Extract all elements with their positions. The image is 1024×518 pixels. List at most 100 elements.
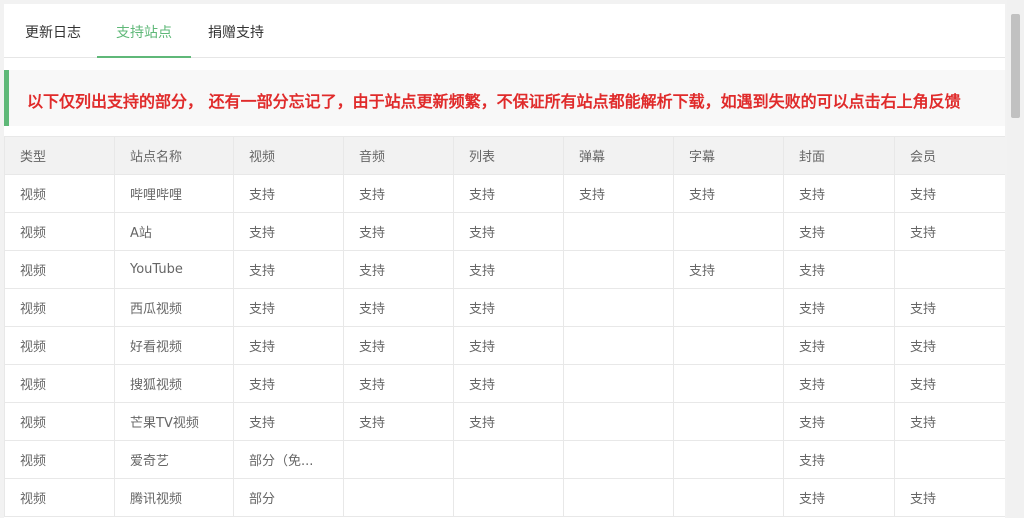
column-header-subtitle: 字幕	[673, 136, 784, 175]
cell-video: 支持	[233, 212, 344, 251]
cell-list	[453, 440, 564, 479]
cell-site-name: 哔哩哔哩	[114, 174, 234, 213]
supported-sites-table: 类型 站点名称 视频 音频 列表 弹幕 字幕 封面 会员 视频 哔哩哔哩 支持 支持支…	[4, 136, 1005, 517]
tab-donate[interactable]: 捐赠支持	[201, 18, 271, 58]
content-panel: 更新日志 支持站点 捐赠支持 以下仅列出支持的部分， 还有一部分忘记了，由于站点…	[4, 4, 1005, 518]
cell-audio	[343, 478, 454, 517]
cell-list: 支持	[453, 288, 564, 327]
table-row: 视频 芒果TV视频 支持 支持 支持 支持 支持	[4, 402, 1005, 441]
column-header-type: 类型	[4, 136, 115, 175]
cell-type: 视频	[4, 364, 115, 403]
cell-danmaku	[563, 212, 674, 251]
scrollbar-thumb[interactable]	[1011, 14, 1020, 118]
cell-subtitle	[673, 440, 784, 479]
cell-audio: 支持	[343, 326, 454, 365]
cell-list: 支持	[453, 326, 564, 365]
cell-danmaku	[563, 250, 674, 289]
cell-site-name: 爱奇艺	[114, 440, 234, 479]
cell-video: 支持	[233, 174, 344, 213]
cell-video: 支持	[233, 364, 344, 403]
tab-supported-sites[interactable]: 支持站点	[97, 18, 191, 58]
cell-list: 支持	[453, 364, 564, 403]
column-header-video: 视频	[233, 136, 344, 175]
vertical-scrollbar[interactable]	[1007, 0, 1024, 518]
cell-cover: 支持	[783, 326, 895, 365]
cell-danmaku	[563, 288, 674, 327]
cell-audio: 支持	[343, 212, 454, 251]
table-row: 视频 爱奇艺 部分（免... 支持	[4, 440, 1005, 479]
table-row: 视频 好看视频 支持 支持 支持 支持 支持	[4, 326, 1005, 365]
cell-member: 支持	[894, 364, 1005, 403]
cell-member: 支持	[894, 174, 1005, 213]
cell-audio: 支持	[343, 402, 454, 441]
column-header-list: 列表	[453, 136, 564, 175]
cell-member	[894, 440, 1005, 479]
cell-type: 视频	[4, 402, 115, 441]
cell-danmaku	[563, 402, 674, 441]
cell-site-name: 西瓜视频	[114, 288, 234, 327]
cell-audio: 支持	[343, 250, 454, 289]
cell-video: 支持	[233, 250, 344, 289]
cell-danmaku	[563, 478, 674, 517]
cell-audio: 支持	[343, 364, 454, 403]
cell-member: 支持	[894, 326, 1005, 365]
cell-member: 支持	[894, 478, 1005, 517]
table-header-row: 类型 站点名称 视频 音频 列表 弹幕 字幕 封面 会员	[4, 136, 1005, 175]
page-background: 更新日志 支持站点 捐赠支持 以下仅列出支持的部分， 还有一部分忘记了，由于站点…	[0, 0, 1024, 518]
cell-subtitle	[673, 402, 784, 441]
cell-cover: 支持	[783, 364, 895, 403]
cell-list	[453, 478, 564, 517]
cell-site-name: 好看视频	[114, 326, 234, 365]
table-row: 视频 YouTube 支持 支持 支持 支持 支持	[4, 250, 1005, 289]
cell-site-name: A站	[114, 212, 234, 251]
column-header-member: 会员	[894, 136, 1005, 175]
cell-cover: 支持	[783, 212, 895, 251]
cell-subtitle	[673, 288, 784, 327]
cell-type: 视频	[4, 478, 115, 517]
cell-cover: 支持	[783, 478, 895, 517]
cell-member: 支持	[894, 212, 1005, 251]
column-header-audio: 音频	[343, 136, 454, 175]
cell-danmaku	[563, 440, 674, 479]
table-row: 视频 哔哩哔哩 支持 支持 支持 支持 支持 支持 支持	[4, 174, 1005, 213]
cell-subtitle: 支持	[673, 174, 784, 213]
cell-video: 支持	[233, 402, 344, 441]
cell-subtitle	[673, 478, 784, 517]
cell-video: 支持	[233, 288, 344, 327]
cell-site-name: 芒果TV视频	[114, 402, 234, 441]
cell-site-name: YouTube	[114, 250, 234, 289]
tab-changelog[interactable]: 更新日志	[19, 18, 87, 58]
cell-member	[894, 250, 1005, 289]
cell-list: 支持	[453, 250, 564, 289]
cell-site-name: 腾讯视频	[114, 478, 234, 517]
cell-subtitle	[673, 364, 784, 403]
cell-type: 视频	[4, 326, 115, 365]
table-row: 视频 腾讯视频 部分 支持 支持	[4, 478, 1005, 517]
cell-audio	[343, 440, 454, 479]
cell-video: 部分（免...	[233, 440, 344, 479]
cell-cover: 支持	[783, 440, 895, 479]
cell-danmaku	[563, 326, 674, 365]
column-header-danmaku: 弹幕	[563, 136, 674, 175]
cell-cover: 支持	[783, 174, 895, 213]
cell-list: 支持	[453, 212, 564, 251]
cell-type: 视频	[4, 288, 115, 327]
column-header-cover: 封面	[783, 136, 895, 175]
notice-box: 以下仅列出支持的部分， 还有一部分忘记了，由于站点更新频繁，不保证所有站点都能解…	[4, 70, 1005, 126]
cell-danmaku: 支持	[563, 174, 674, 213]
cell-member: 支持	[894, 402, 1005, 441]
cell-cover: 支持	[783, 402, 895, 441]
cell-subtitle: 支持	[673, 250, 784, 289]
cell-subtitle	[673, 326, 784, 365]
cell-danmaku	[563, 364, 674, 403]
cell-subtitle	[673, 212, 784, 251]
table-row: 视频 A站 支持 支持 支持 支持 支持	[4, 212, 1005, 251]
notice-text: 以下仅列出支持的部分， 还有一部分忘记了，由于站点更新频繁，不保证所有站点都能解…	[27, 92, 961, 111]
cell-cover: 支持	[783, 250, 895, 289]
table-row: 视频 西瓜视频 支持 支持 支持 支持 支持	[4, 288, 1005, 327]
cell-list: 支持	[453, 402, 564, 441]
cell-member: 支持	[894, 288, 1005, 327]
cell-type: 视频	[4, 174, 115, 213]
cell-audio: 支持	[343, 174, 454, 213]
cell-site-name: 搜狐视频	[114, 364, 234, 403]
